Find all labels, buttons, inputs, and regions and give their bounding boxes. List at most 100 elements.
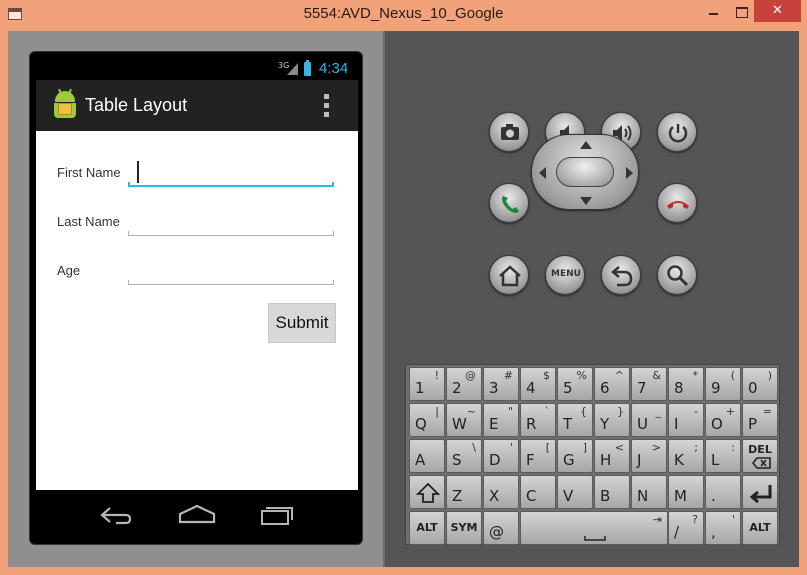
key-x[interactable]: X [483, 475, 519, 509]
end-call-icon [667, 201, 689, 209]
key-e[interactable]: E " [483, 403, 519, 437]
key-m[interactable]: M [668, 475, 704, 509]
key-at[interactable]: @ [483, 511, 519, 545]
key-b[interactable]: B [594, 475, 630, 509]
device-panel: 3G 4:34 Table Layout First Name Last Nam… [8, 31, 385, 567]
app-title: Table Layout [85, 95, 188, 115]
text-cursor [137, 161, 139, 183]
back-icon[interactable] [98, 502, 134, 528]
key-h[interactable]: H < [594, 439, 630, 473]
end-call-button[interactable] [657, 183, 697, 223]
key-2[interactable]: 2 @ [446, 367, 482, 401]
key-enter[interactable] [742, 475, 778, 509]
call-button[interactable] [489, 183, 529, 223]
key-period[interactable]: . [705, 475, 741, 509]
last-name-underline [128, 231, 334, 236]
first-name-input[interactable] [128, 157, 334, 185]
key-n[interactable]: N [631, 475, 667, 509]
shift-icon [415, 482, 441, 503]
key-del[interactable]: DEL [742, 439, 778, 473]
dpad[interactable] [531, 134, 639, 210]
search-hw-button[interactable] [657, 255, 697, 295]
menu-button-label: MENU [551, 269, 581, 279]
overflow-menu-icon[interactable] [322, 94, 330, 118]
window-titlebar: 5554:AVD_Nexus_10_Google ✕ [0, 0, 807, 31]
key-f[interactable]: F[ [520, 439, 556, 473]
menu-button[interactable]: MENU [545, 255, 585, 295]
delete-icon [751, 457, 771, 469]
key-slash[interactable]: /? [668, 511, 704, 545]
key-alt-right[interactable]: ALT [742, 511, 778, 545]
key-r[interactable]: R ` [520, 403, 556, 437]
key-t[interactable]: T{ [557, 403, 593, 437]
key-sym[interactable]: SYM [446, 511, 482, 545]
camera-icon [501, 124, 519, 140]
first-name-label: First Name [57, 165, 121, 180]
key-a[interactable]: A [409, 439, 445, 473]
key-9[interactable]: 9( [705, 367, 741, 401]
app-content: First Name Last Name Age Submit [36, 131, 358, 490]
key-space[interactable]: ⇥ [520, 511, 668, 545]
key-0[interactable]: 0) [742, 367, 778, 401]
age-underline [128, 280, 334, 285]
back-hw-button[interactable] [601, 255, 641, 295]
key-c[interactable]: C [520, 475, 556, 509]
close-button[interactable]: ✕ [754, 0, 801, 22]
maximize-button[interactable] [728, 0, 754, 22]
signal-icon [287, 63, 298, 75]
window-title: 5554:AVD_Nexus_10_Google [303, 5, 504, 22]
device-frame: 3G 4:34 Table Layout First Name Last Nam… [29, 51, 363, 545]
hardware-keyboard: 1! 2 @ 3 # 4 $ 5% 6 ^ 7 & 8 * 9( 0) Q | W ~ E " R… [405, 364, 780, 545]
back-icon [611, 266, 633, 287]
key-v[interactable]: V [557, 475, 593, 509]
space-icon [584, 536, 606, 541]
key-s[interactable]: S \ [446, 439, 482, 473]
key-l[interactable]: L: [705, 439, 741, 473]
key-k[interactable]: K; [668, 439, 704, 473]
minimize-button[interactable] [700, 0, 728, 22]
dpad-center-button[interactable] [556, 157, 614, 187]
key-alt-left[interactable]: ALT [409, 511, 445, 545]
key-8[interactable]: 8 * [668, 367, 704, 401]
key-d[interactable]: D ' [483, 439, 519, 473]
key-q[interactable]: Q | [409, 403, 445, 437]
recent-apps-icon[interactable] [258, 502, 296, 528]
navigation-bar [36, 490, 358, 540]
android-app-icon[interactable] [50, 88, 80, 121]
key-w[interactable]: W ~ [446, 403, 482, 437]
key-z[interactable]: Z [446, 475, 482, 509]
status-time: 4:34 [319, 60, 349, 77]
power-button[interactable] [657, 112, 697, 152]
key-1[interactable]: 1! [409, 367, 445, 401]
key-6[interactable]: 6 ^ [594, 367, 630, 401]
enter-icon [749, 485, 772, 504]
key-comma[interactable]: , ' [705, 511, 741, 545]
key-shift[interactable] [409, 475, 445, 509]
last-name-input[interactable] [128, 207, 334, 235]
key-7[interactable]: 7 & [631, 367, 667, 401]
age-input[interactable] [128, 256, 334, 284]
first-name-underline [128, 182, 334, 187]
age-label: Age [57, 263, 81, 278]
camera-button[interactable] [489, 112, 529, 152]
key-i[interactable]: I- [668, 403, 704, 437]
key-o[interactable]: O + [705, 403, 741, 437]
key-j[interactable]: J > [631, 439, 667, 473]
key-5[interactable]: 5% [557, 367, 593, 401]
home-icon [499, 265, 521, 287]
power-icon [668, 124, 688, 143]
submit-button[interactable]: Submit [268, 303, 336, 343]
key-u[interactable]: U _ [631, 403, 667, 437]
call-icon [502, 196, 519, 213]
key-g[interactable]: G] [557, 439, 593, 473]
search-icon [667, 265, 689, 287]
key-3[interactable]: 3 # [483, 367, 519, 401]
home-icon[interactable] [177, 502, 217, 528]
home-hw-button[interactable] [489, 255, 529, 295]
key-p[interactable]: P = [742, 403, 778, 437]
key-4[interactable]: 4 $ [520, 367, 556, 401]
key-y[interactable]: Y} [594, 403, 630, 437]
action-bar: Table Layout [36, 80, 358, 131]
battery-icon [304, 60, 311, 76]
status-bar: 3G 4:34 [36, 58, 358, 80]
